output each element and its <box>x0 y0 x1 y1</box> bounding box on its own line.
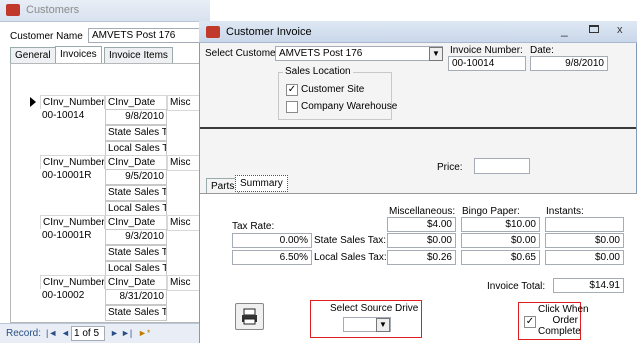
form-icon <box>6 4 20 16</box>
state-tax-label: State Sales Tax <box>105 305 167 321</box>
invoice-number-field[interactable]: 00-10014 <box>448 56 526 71</box>
invoice-date-field[interactable]: 9/8/2010 <box>530 56 608 71</box>
customer-name-label: Customer Name <box>10 31 83 42</box>
order-complete-checkbox[interactable]: ✓ <box>524 316 536 328</box>
invoice-date-cell[interactable]: 9/3/2010 <box>105 229 167 245</box>
state-tax-label: State Sales Tax <box>105 245 167 261</box>
order-complete-label-line2: Order <box>552 315 578 326</box>
customer-site-label: Customer Site <box>301 84 365 95</box>
bingo-subtotal-field[interactable]: $10.00 <box>461 217 540 232</box>
record-label: Record: <box>6 328 42 339</box>
select-customer-combo[interactable]: AMVETS Post 176 <box>275 46 443 61</box>
print-button[interactable] <box>235 303 264 330</box>
invoice-grid: CInv_Number CInv_Date Misc 00-10014 9/8/… <box>40 95 210 323</box>
col-misc-label: Miscellaneous: <box>389 206 456 217</box>
price-label: Price: <box>437 162 463 173</box>
misc-state-tax-field[interactable]: $0.00 <box>387 233 456 248</box>
tab-summary[interactable]: Summary <box>235 175 288 192</box>
state-tax-rate-field[interactable]: 0.00% <box>232 233 312 248</box>
record-count: of 5 <box>82 328 100 339</box>
new-record-icon[interactable]: ►* <box>138 328 150 338</box>
first-record-icon[interactable]: |◄ <box>46 328 57 338</box>
invoice-number-cell[interactable]: 00-10014 <box>40 109 105 125</box>
form-icon <box>206 26 220 38</box>
instants-local-tax-field[interactable]: $0.00 <box>545 250 624 265</box>
instants-subtotal-field[interactable] <box>545 217 624 232</box>
customer-site-checkbox[interactable]: ✓ <box>286 84 298 96</box>
chevron-down-icon[interactable]: ▼ <box>376 318 390 332</box>
customers-titlebar: Customers <box>0 0 210 22</box>
misc-subtotal-field[interactable]: $4.00 <box>387 217 456 232</box>
record-selector-icon[interactable] <box>30 97 36 107</box>
last-record-icon[interactable]: ►| <box>121 328 132 338</box>
invoice-number-label: Invoice Number: <box>450 45 523 56</box>
invoice-date-cell[interactable]: 9/8/2010 <box>105 109 167 125</box>
local-tax-rate-field[interactable]: 6.50% <box>232 250 312 265</box>
invoice-number-cell[interactable]: 00-10001R <box>40 229 105 245</box>
order-complete-label-line1: Click When <box>538 304 589 315</box>
bingo-state-tax-field[interactable]: $0.00 <box>461 233 540 248</box>
date-label: Date: <box>530 45 554 56</box>
state-tax-label: State Sales Tax <box>105 185 167 201</box>
current-record-field[interactable]: 1 of 5 <box>71 326 105 341</box>
invoice-date-cell[interactable]: 8/31/2010 <box>105 289 167 305</box>
local-tax-label: Local Sales Tax: <box>314 252 387 263</box>
current-record-value: 1 <box>74 328 80 339</box>
next-record-icon[interactable]: ► <box>110 328 119 338</box>
printer-icon <box>242 308 257 325</box>
bingo-local-tax-field[interactable]: $0.65 <box>461 250 540 265</box>
customer-name-field[interactable]: AMVETS Post 176 <box>88 28 200 43</box>
invoice-date-cell[interactable]: 9/5/2010 <box>105 169 167 185</box>
tab-invoices[interactable]: Invoices <box>55 46 102 63</box>
state-tax-label: State Sales Tax: <box>314 235 387 246</box>
price-field[interactable] <box>474 158 530 174</box>
maximize-icon[interactable] <box>589 25 599 33</box>
invoice-number-cell[interactable]: 00-10001R <box>40 169 105 185</box>
invoice-total-field[interactable]: $14.91 <box>553 278 624 293</box>
prev-record-icon[interactable]: ◄ <box>61 328 70 338</box>
chevron-down-icon[interactable]: ▼ <box>429 47 443 61</box>
company-warehouse-checkbox[interactable] <box>286 101 298 113</box>
state-tax-label: State Sales Tax <box>105 125 167 141</box>
invoice-number-cell[interactable]: 00-10002 <box>40 289 105 305</box>
sales-location-label: Sales Location <box>283 66 353 77</box>
tab-invoice-items[interactable]: Invoice Items <box>104 47 173 63</box>
misc-local-tax-field[interactable]: $0.26 <box>387 250 456 265</box>
select-source-drive-label: Select Source Drive <box>330 303 419 314</box>
customer-invoice-titlebar: Customer Invoice _ x <box>199 21 637 43</box>
order-complete-label-line3: Complete <box>538 326 581 337</box>
invoice-total-label: Invoice Total: <box>487 281 546 292</box>
tax-rate-label: Tax Rate: <box>232 221 275 232</box>
record-navigation: Record: |◄ ◄ 1 of 5 ► ►| ►* <box>0 323 210 343</box>
close-icon[interactable]: x <box>617 24 623 36</box>
company-warehouse-label: Company Warehouse <box>301 101 398 112</box>
col-bingo-label: Bingo Paper: <box>462 206 520 217</box>
customer-invoice-title: Customer Invoice <box>226 26 312 38</box>
select-customer-label: Select Customer: <box>205 48 282 59</box>
col-instants-label: Instants: <box>546 206 584 217</box>
minimize-icon[interactable]: _ <box>561 23 568 37</box>
instants-state-tax-field[interactable]: $0.00 <box>545 233 624 248</box>
header-divider <box>200 127 636 129</box>
tab-general[interactable]: General <box>10 47 56 63</box>
customers-title: Customers <box>26 4 80 16</box>
